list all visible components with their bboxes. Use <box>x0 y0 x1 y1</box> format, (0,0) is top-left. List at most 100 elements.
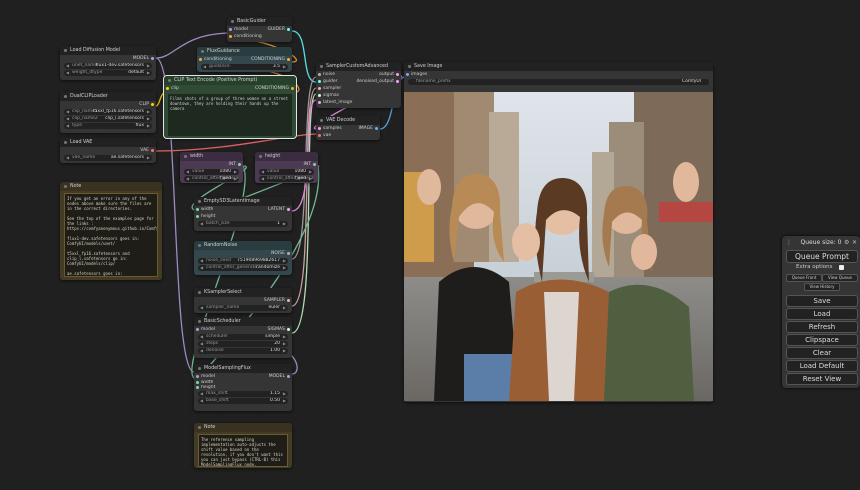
input-slot-clip[interactable] <box>166 87 169 90</box>
input-slot-conditioning[interactable] <box>229 35 232 38</box>
node-dual-clip-loader[interactable]: DualCLIPLoader CLIP ◀ clip_name1 t5xxl_fp1… <box>60 92 156 133</box>
input-slot-width[interactable] <box>196 381 199 384</box>
node-ksampler-select[interactable]: KSamplerSelect SAMPLER ◀ sampler_name eule… <box>194 288 292 313</box>
widget-base-shift[interactable]: ◀ base_shift 0.50 ▶ <box>198 398 288 404</box>
input-slot-height[interactable] <box>196 215 199 218</box>
widget-sampler-name[interactable]: ◀ sampler_name euler ▶ <box>198 305 288 311</box>
reset-view-button[interactable]: Reset View <box>786 373 858 385</box>
node-title: RandomNoise <box>194 241 292 250</box>
node-load-diffusion-model[interactable]: Load Diffusion Model MODEL ◀ unet_name flu… <box>60 46 156 80</box>
node-basic-guider[interactable]: BasicGuider model GUIDER conditioning <box>227 17 292 42</box>
queue-front-button[interactable]: Queue Front <box>786 274 822 282</box>
prompt-textarea[interactable]: Films shots of a group of three women on… <box>168 94 292 136</box>
load-button[interactable]: Load <box>786 308 858 320</box>
node-title: SamplerCustomAdvanced <box>316 62 401 71</box>
output-slot[interactable] <box>151 103 154 106</box>
output-slot-denoised[interactable] <box>396 80 399 83</box>
widget-unet-name[interactable]: ◀ unet_name flux1-dev.safetensors ▶ <box>64 63 152 69</box>
close-icon[interactable]: ✕ <box>852 239 857 246</box>
output-slot[interactable] <box>151 57 154 60</box>
widget-noise-seed[interactable]: ◀ noise_seed 751908969882617 ▶ <box>198 258 288 264</box>
output-slot[interactable] <box>375 127 378 130</box>
output-slot[interactable] <box>238 163 241 166</box>
node-note-shift[interactable]: Note The reference sampling implementati… <box>194 423 292 468</box>
input-slot-model[interactable] <box>229 28 232 31</box>
widget-vae-name[interactable]: ◀ vae_name ae.safetensors ▶ <box>64 155 152 161</box>
output-slot[interactable] <box>287 208 290 211</box>
output-slot[interactable] <box>287 375 290 378</box>
clipspace-button[interactable]: Clipspace <box>786 334 858 346</box>
input-slot-guider[interactable] <box>318 80 321 83</box>
refresh-button[interactable]: Refresh <box>786 321 858 333</box>
input-slot-latent[interactable] <box>318 101 321 104</box>
widget-type[interactable]: ◀ type flux ▶ <box>64 123 152 129</box>
output-slot[interactable] <box>287 328 290 331</box>
node-random-noise[interactable]: RandomNoise NOISE ◀ noise_seed 75190896988… <box>194 241 292 275</box>
input-slot-model[interactable] <box>196 375 199 378</box>
view-history-button[interactable]: View History <box>804 283 840 291</box>
node-note-paths[interactable]: Note If you get an error in any of the n… <box>60 182 162 280</box>
generated-image-preview[interactable] <box>404 92 713 401</box>
widget-denoise[interactable]: ◀ denoise 1.00 ▶ <box>198 348 288 354</box>
node-title: BasicScheduler <box>194 317 292 326</box>
input-slot-samples[interactable] <box>318 127 321 130</box>
widget-height-value[interactable]: ◀ value 1080 ▶ <box>259 169 314 175</box>
input-slot-sigmas[interactable] <box>318 94 321 97</box>
node-title: width <box>180 152 243 161</box>
load-default-button[interactable]: Load Default <box>786 360 858 372</box>
output-slot[interactable] <box>313 163 316 166</box>
generated-image <box>404 92 713 401</box>
widget-width-control[interactable]: ◀ control_after_generate fixed ▶ <box>184 176 239 182</box>
input-slot-vae[interactable] <box>318 134 321 137</box>
widget-scheduler[interactable]: ◀ scheduler simple ▶ <box>198 334 288 340</box>
node-flux-guidance[interactable]: FluxGuidance conditioning CONDITIONING ◀ g… <box>197 47 292 72</box>
widget-steps[interactable]: ◀ steps 20 ▶ <box>198 341 288 347</box>
input-slot-conditioning[interactable] <box>199 58 202 61</box>
output-slot[interactable] <box>287 299 290 302</box>
widget-batch-size[interactable]: ◀ batch_size 1 ▶ <box>198 221 288 227</box>
widget-clip-name1[interactable]: ◀ clip_name1 t5xxl_fp16.safetensors ▶ <box>64 109 152 115</box>
node-title: KSamplerSelect <box>194 288 292 297</box>
clear-button[interactable]: Clear <box>786 347 858 359</box>
queue-menu[interactable]: ⋮ Queue size: 0 ⚙ ✕ Queue Prompt Extra o… <box>782 236 860 388</box>
input-slot-noise[interactable] <box>318 73 321 76</box>
widget-max-shift[interactable]: ◀ max_shift 1.15 ▶ <box>198 391 288 397</box>
note-text[interactable]: If you get an error in any of the nodes … <box>64 193 158 277</box>
view-queue-button[interactable]: View Queue <box>822 274 858 282</box>
wire-guider <box>291 30 317 83</box>
widget-noise-control[interactable]: ◀ control_after_generate randomize ▶ <box>198 265 288 271</box>
widget-weight-dtype[interactable]: ◀ weight_dtype default ▶ <box>64 70 152 76</box>
note-text[interactable]: The reference sampling implementation au… <box>198 434 288 467</box>
extra-options-checkbox[interactable] <box>839 265 844 270</box>
output-slot-output[interactable] <box>396 73 399 76</box>
output-slot[interactable] <box>287 28 290 31</box>
node-height[interactable]: height INT ◀ value 1080 ▶ ◀ control_after_ge… <box>255 152 318 183</box>
node-load-vae[interactable]: Load VAE VAE ◀ vae_name ae.safetensors ▶ <box>60 138 156 163</box>
node-empty-sd3-latent[interactable]: EmptySD3LatentImage width LATENT height ◀… <box>194 197 292 231</box>
gear-icon[interactable]: ⚙ <box>844 239 849 246</box>
output-slot[interactable] <box>287 58 290 61</box>
node-vae-decode[interactable]: VAE Decode samples IMAGE vae <box>316 116 380 140</box>
save-button[interactable]: Save <box>786 295 858 307</box>
widget-clip-name2[interactable]: ◀ clip_name2 clip_l.safetensors ▶ <box>64 116 152 122</box>
input-slot-width[interactable] <box>196 208 199 211</box>
widget-width-value[interactable]: ◀ value 1080 ▶ <box>184 169 239 175</box>
node-sampler-custom-advanced[interactable]: SamplerCustomAdvanced noise output guider… <box>316 62 401 108</box>
queue-prompt-button[interactable]: Queue Prompt <box>786 250 858 263</box>
node-width[interactable]: width INT ◀ value 1080 ▶ ◀ control_after_gen… <box>180 152 243 183</box>
input-slot-sampler[interactable] <box>318 87 321 90</box>
input-slot-images[interactable] <box>406 73 409 76</box>
output-slot[interactable] <box>291 87 294 90</box>
widget-guidance[interactable]: ◀ guidance 3.5 ▶ <box>201 64 288 70</box>
node-title: DualCLIPLoader <box>60 92 156 101</box>
widget-height-control[interactable]: ◀ control_after_generate fixed ▶ <box>259 176 314 182</box>
node-basic-scheduler[interactable]: BasicScheduler model SIGMAS ◀ scheduler sim… <box>194 317 292 358</box>
output-slot[interactable] <box>287 252 290 255</box>
widget-filename-prefix[interactable]: filename_prefix ComfyUI <box>408 79 709 85</box>
node-model-sampling-flux[interactable]: ModelSamplingFlux model MODEL width heigh… <box>194 364 292 411</box>
node-clip-text-encode[interactable]: CLIP Text Encode (Positive Prompt) clip C… <box>163 75 297 139</box>
input-slot-height[interactable] <box>196 386 199 389</box>
input-slot-model[interactable] <box>196 328 199 331</box>
node-title: Load VAE <box>60 138 156 147</box>
output-slot[interactable] <box>151 149 154 152</box>
